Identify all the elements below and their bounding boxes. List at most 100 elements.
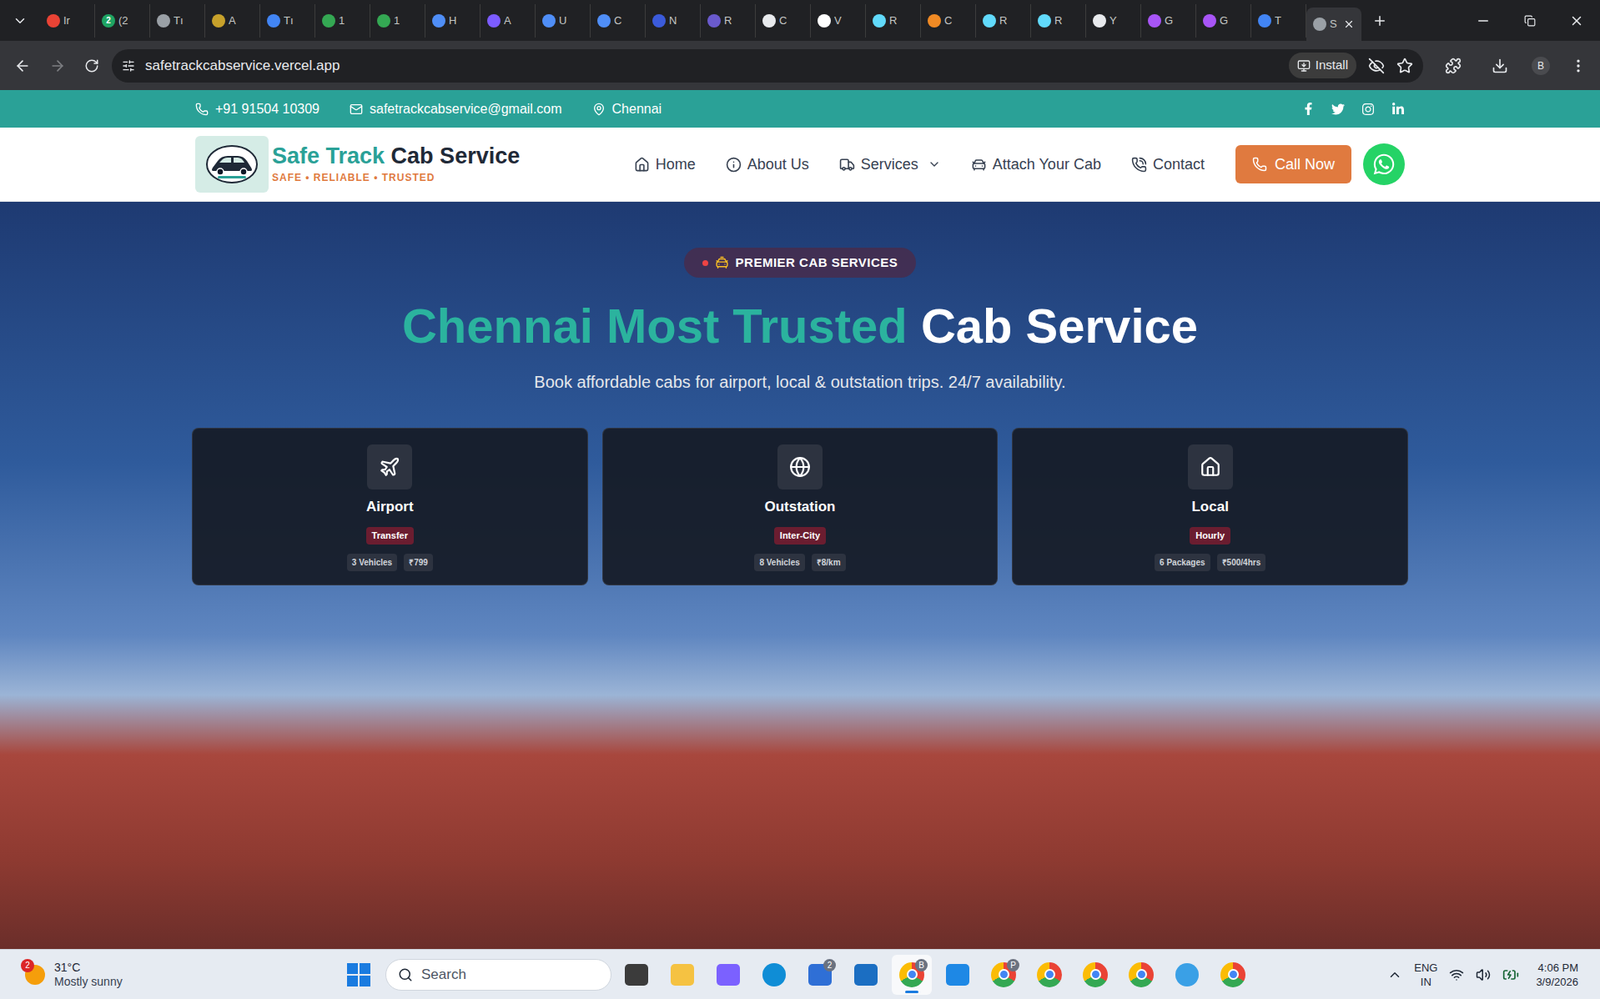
taskbar-app[interactable] (1075, 955, 1116, 996)
tab-label: R (999, 12, 1007, 30)
browser-tab[interactable]: U (535, 4, 591, 38)
region-text: IN (1420, 975, 1432, 990)
nav-item[interactable]: Contact (1131, 153, 1205, 177)
search-icon (397, 967, 413, 983)
address-bar[interactable]: safetrackcabservice.vercel.appInstall (111, 49, 1424, 83)
browser-tab[interactable]: 1 (315, 4, 371, 38)
browser-tab[interactable]: S (1306, 7, 1362, 41)
browser-tab[interactable]: Tı (150, 4, 206, 38)
logo[interactable] (195, 135, 269, 193)
taskbar-app[interactable] (937, 955, 978, 996)
taskbar-app[interactable] (1121, 955, 1162, 996)
battery-icon[interactable] (1502, 966, 1520, 984)
tab-search-icon[interactable] (12, 13, 28, 29)
browser-tab[interactable]: R (1031, 4, 1087, 38)
forward-icon[interactable] (49, 57, 66, 75)
taskbar-app[interactable] (708, 955, 749, 996)
taskbar-app[interactable]: 2 (800, 955, 841, 996)
browser-tab[interactable]: R (976, 4, 1032, 38)
taskbar-app[interactable] (1029, 955, 1070, 996)
whatsapp-button[interactable] (1363, 143, 1405, 186)
instagram-icon[interactable] (1361, 102, 1375, 116)
email-text[interactable]: safetrackcabservice@gmail.com (369, 99, 563, 120)
tab-favicon-icon (156, 14, 171, 28)
taskbar-app[interactable] (662, 955, 703, 996)
minimize-icon[interactable] (1475, 13, 1491, 29)
browser-tab[interactable]: N (645, 4, 701, 38)
browser-tab[interactable]: Y (1086, 4, 1142, 38)
tab-favicon-icon (487, 14, 501, 28)
browser-tab[interactable]: 1 (370, 4, 426, 38)
download-icon[interactable] (1491, 57, 1509, 75)
phone-text[interactable]: +91 91504 10309 (215, 99, 320, 120)
web-page: +91 91504 10309 safetrackcabservice@gmail… (0, 90, 1600, 950)
close-window-icon[interactable] (1569, 13, 1585, 29)
taskbar-app[interactable] (616, 955, 657, 996)
eye-off-icon[interactable] (1368, 57, 1385, 75)
clock[interactable]: 4:06 PM3/9/2026 (1535, 961, 1579, 990)
app-badge: 2 (823, 959, 836, 972)
taskbar-app[interactable] (754, 955, 795, 996)
taskbar-app[interactable]: P (983, 955, 1024, 996)
nav-item[interactable]: Services (839, 153, 941, 177)
service-card[interactable]: AirportTransfer3 Vehicles₹799 (191, 427, 589, 586)
browser-tab[interactable]: C (590, 4, 646, 38)
profile-avatar[interactable]: B (1531, 56, 1550, 76)
weather-widget[interactable]: 31°CMostly sunny (54, 961, 123, 990)
windows-start-icon[interactable] (346, 962, 372, 988)
back-icon[interactable] (14, 57, 31, 75)
close-tab-icon[interactable] (1343, 18, 1355, 31)
browser-tab[interactable]: V (810, 4, 866, 38)
site-info-icon[interactable] (121, 59, 136, 73)
browser-tab[interactable]: G (1141, 4, 1197, 38)
browser-tab[interactable]: A (205, 4, 261, 38)
new-tab-icon[interactable] (1372, 13, 1388, 29)
browser-tab[interactable]: H (425, 4, 481, 38)
tab-label: C (779, 12, 787, 30)
service-tag: Hourly (1189, 527, 1231, 545)
taskbar-app[interactable] (1212, 955, 1253, 996)
menu-icon[interactable] (1569, 57, 1587, 75)
taskbar: 231°CMostly sunnySearch2BPENGIN4:06 PM3/… (0, 949, 1600, 999)
tab-label: T (1274, 12, 1282, 30)
tab-favicon-icon (652, 14, 666, 28)
restore-icon[interactable] (1524, 15, 1536, 27)
chrome-app-icon (1082, 962, 1108, 988)
browser-tab[interactable]: 2(2 (95, 4, 151, 38)
facebook-icon[interactable] (1302, 102, 1315, 116)
taskbar-app[interactable]: B (891, 955, 932, 996)
browser-tab[interactable]: Ir (40, 4, 96, 38)
browser-tab[interactable]: C (920, 4, 977, 38)
bookmark-star-icon[interactable] (1396, 57, 1414, 75)
taskbar-search[interactable]: Search (385, 959, 612, 992)
taskbar-app[interactable] (1167, 955, 1208, 996)
browser-tab[interactable]: A (480, 4, 536, 38)
twitter-icon[interactable] (1331, 102, 1345, 116)
browser-tab[interactable]: Tı (260, 4, 316, 38)
nav-item[interactable]: Attach Your Cab (971, 153, 1102, 177)
volume-icon[interactable] (1475, 967, 1491, 983)
reload-icon[interactable] (84, 58, 100, 74)
tab-favicon-icon (1092, 14, 1107, 28)
brand-name[interactable]: Safe Track Cab Service (271, 143, 520, 170)
service-chip: ₹8/km (811, 553, 846, 572)
call-now-button[interactable]: Call Now (1235, 145, 1352, 184)
nav-item[interactable]: About Us (725, 153, 810, 177)
browser-tab[interactable]: R (700, 4, 756, 38)
service-card[interactable]: LocalHourly6 Packages₹500/4hrs (1011, 427, 1409, 586)
hero-subtitle: Book affordable cabs for airport, local … (533, 370, 1066, 394)
service-card[interactable]: OutstationInter-City8 Vehicles₹8/km (602, 427, 999, 586)
browser-tab[interactable]: C (755, 4, 811, 38)
nav-item[interactable]: Home (633, 153, 696, 177)
browser-tab[interactable]: G (1196, 4, 1252, 38)
browser-tab[interactable]: T (1251, 4, 1307, 38)
wifi-icon[interactable] (1449, 967, 1465, 983)
taskbar-app[interactable] (845, 955, 886, 996)
install-button[interactable]: Install (1288, 52, 1357, 79)
linkedin-icon[interactable] (1391, 102, 1405, 116)
language-text[interactable]: ENG (1413, 961, 1438, 976)
browser-tab[interactable]: R (865, 4, 921, 38)
extensions-icon[interactable] (1444, 57, 1462, 75)
tab-label: R (1054, 12, 1062, 30)
tray-overflow-icon[interactable] (1387, 967, 1403, 983)
